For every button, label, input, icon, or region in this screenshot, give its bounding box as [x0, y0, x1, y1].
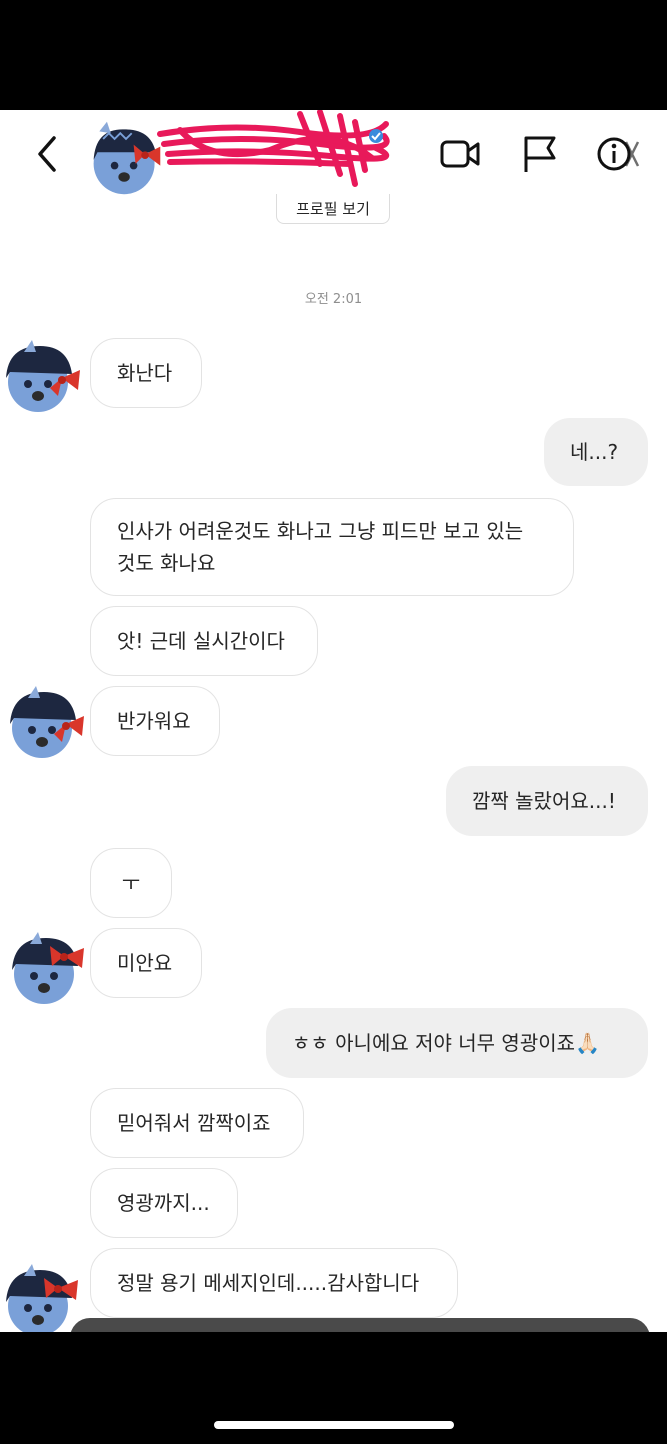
sender-avatar[interactable] — [0, 1260, 84, 1332]
message-bubble-incoming[interactable]: 인사가 어려운것도 화나고 그냥 피드만 보고 있는 것도 화나요 — [90, 498, 574, 596]
video-call-icon[interactable] — [436, 130, 484, 178]
message-bubble-incoming[interactable]: 화난다 — [90, 338, 202, 408]
chat-screen: 프로필 보기 오전 2:01 화난다 네...? 인사가 어려운것도 화나고 그… — [0, 110, 667, 1332]
chat-header — [0, 110, 667, 200]
sender-avatar[interactable] — [0, 336, 84, 420]
sender-avatar[interactable] — [4, 682, 88, 766]
back-icon[interactable] — [30, 132, 70, 176]
message-bubble-incoming[interactable]: ㅜ — [90, 848, 172, 918]
message-bubble-incoming[interactable]: 반가워요 — [90, 686, 220, 756]
message-bubble-incoming[interactable]: 미안요 — [90, 928, 202, 998]
view-profile-button[interactable]: 프로필 보기 — [276, 194, 390, 224]
sender-avatar[interactable] — [6, 928, 90, 1012]
message-bubble-incoming[interactable]: 앗! 근데 실시간이다 — [90, 606, 318, 676]
message-bubble-incoming[interactable]: 믿어줘서 깜짝이죠 — [90, 1088, 304, 1158]
message-bubble-outgoing[interactable]: 네...? — [544, 418, 648, 486]
message-bubble-incoming[interactable]: 영광까지... — [90, 1168, 238, 1238]
message-bubble-incoming[interactable]: 정말 용기 메세지인데.....감사합니다 — [90, 1248, 458, 1318]
redaction-scribble — [157, 110, 390, 187]
info-icon[interactable] — [594, 130, 642, 178]
message-bubble-outgoing[interactable]: 깜짝 놀랐어요...! — [446, 766, 648, 836]
message-timestamp: 오전 2:01 — [304, 292, 363, 307]
message-composer[interactable] — [70, 1318, 650, 1332]
flag-icon[interactable] — [516, 130, 564, 178]
home-indicator[interactable] — [214, 1421, 454, 1429]
message-bubble-outgoing[interactable]: ㅎㅎ 아니에요 저야 너무 영광이죠🙏🏻 — [266, 1008, 648, 1078]
